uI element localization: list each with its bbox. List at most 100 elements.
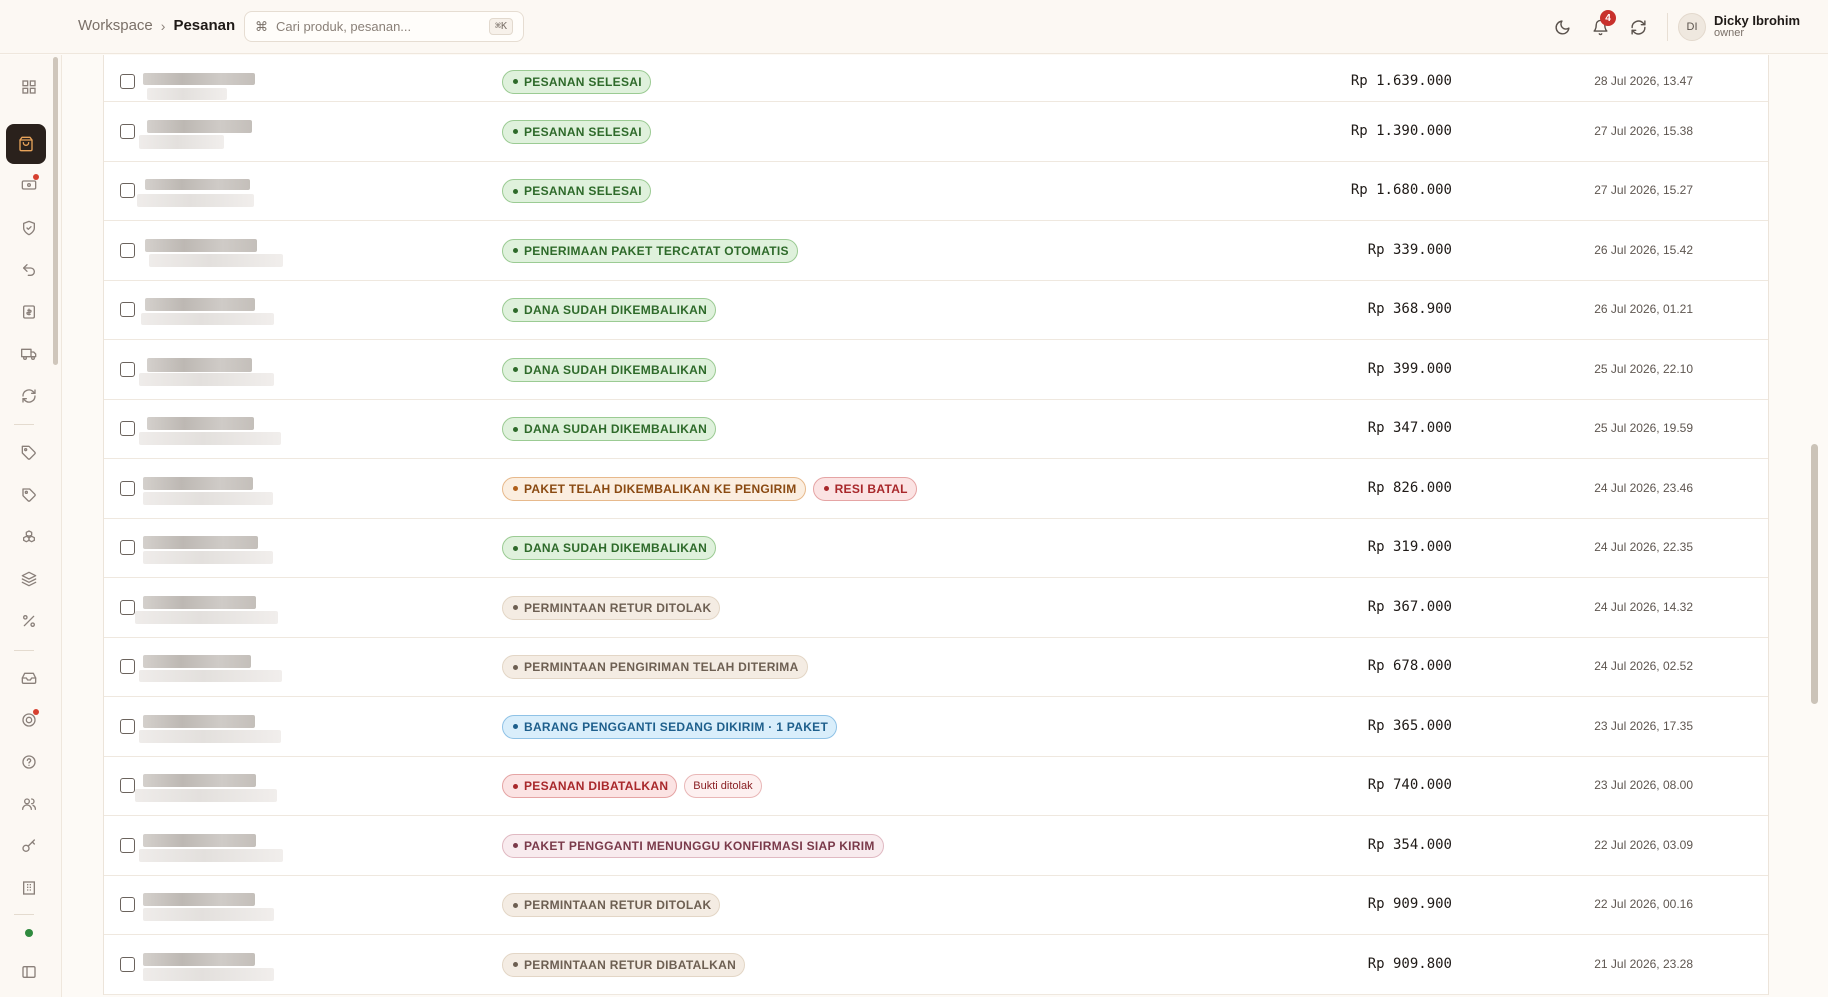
sidebar-item-orders[interactable] bbox=[6, 124, 46, 164]
sidebar-item-help[interactable] bbox=[12, 745, 46, 779]
status-dot bbox=[513, 486, 518, 491]
order-date: 25 Jul 2026, 19.59 bbox=[1594, 421, 1693, 435]
refresh-button[interactable] bbox=[1623, 12, 1653, 42]
sidebar-item-inbox[interactable] bbox=[12, 661, 46, 695]
order-status: PERMINTAAN RETUR DITOLAK bbox=[502, 595, 721, 620]
notifications-button[interactable]: 4 bbox=[1585, 10, 1617, 42]
row-checkbox[interactable] bbox=[120, 718, 135, 734]
table-row[interactable]: PESANAN DIBATALKAN Bukti ditolak Rp 740.00… bbox=[104, 757, 1768, 816]
row-checkbox[interactable] bbox=[120, 897, 135, 912]
theme-toggle-button[interactable] bbox=[1547, 12, 1577, 42]
row-checkbox[interactable] bbox=[120, 123, 135, 139]
order-date: 22 Jul 2026, 00.16 bbox=[1594, 897, 1693, 911]
row-checkbox[interactable] bbox=[120, 837, 135, 853]
table-row[interactable]: BARANG PENGGANTI SEDANG DIKIRIM · 1 PAKE… bbox=[104, 697, 1768, 757]
table-row[interactable]: DANA SUDAH DIKEMBALIKAN Rp 347.000 25 Jul … bbox=[104, 400, 1768, 459]
avatar[interactable]: DI bbox=[1678, 13, 1707, 41]
moon-icon bbox=[1555, 19, 1570, 34]
status-badge-label: BARANG PENGGANTI SEDANG DIKIRIM · 1 PAKE… bbox=[524, 719, 829, 734]
sidebar-item-products[interactable] bbox=[12, 436, 46, 470]
table-row[interactable]: PENERIMAAN PAKET TERCATAT OTOMATIS Rp 339… bbox=[104, 221, 1768, 281]
sidebar-item-invoices[interactable] bbox=[12, 295, 46, 329]
sidebar-item-returns[interactable] bbox=[12, 253, 46, 287]
search-input[interactable] bbox=[276, 19, 481, 34]
redacted-product-info bbox=[139, 432, 281, 445]
order-amount: Rp 399.000 bbox=[1367, 360, 1452, 377]
row-checkbox[interactable] bbox=[120, 956, 135, 972]
status-dot bbox=[513, 188, 518, 194]
inbox-icon bbox=[21, 672, 37, 684]
row-checkbox[interactable] bbox=[120, 659, 135, 674]
status-badge-label: DANA SUDAH DIKEMBALIKAN bbox=[524, 303, 708, 317]
row-checkbox[interactable] bbox=[120, 302, 135, 317]
table-row[interactable]: PERMINTAAN RETUR DITOLAK Rp 367.000 24 Jul… bbox=[104, 578, 1768, 638]
redacted-product-info bbox=[143, 595, 256, 609]
row-checkbox[interactable] bbox=[120, 73, 135, 89]
row-checkbox[interactable] bbox=[120, 421, 135, 436]
sidebar-item-protection[interactable] bbox=[12, 211, 46, 245]
sidebar-notification-dot bbox=[33, 709, 39, 715]
sidebar-item-support[interactable] bbox=[12, 703, 46, 737]
table-row[interactable]: PESANAN SELESAI Rp 1.639.000 28 Jul 2026, … bbox=[104, 55, 1768, 102]
order-date: 24 Jul 2026, 14.32 bbox=[1594, 599, 1693, 614]
table-row[interactable]: PAKET PENGGANTI MENUNGGU KONFIRMASI SIAP… bbox=[104, 816, 1768, 876]
sidebar-item-team[interactable] bbox=[12, 787, 46, 821]
redacted-product-info bbox=[139, 729, 281, 743]
sidebar-item-promotions[interactable] bbox=[12, 604, 46, 638]
status-badge-label: PESANAN SELESAI bbox=[524, 184, 642, 198]
breadcrumb-workspace[interactable]: Workspace bbox=[78, 17, 153, 34]
redacted-product-info bbox=[143, 476, 253, 490]
refresh-icon bbox=[1630, 19, 1646, 35]
layers-icon bbox=[21, 571, 37, 587]
row-checkbox[interactable] bbox=[120, 183, 135, 198]
status-badge: PERMINTAAN RETUR DITOLAK bbox=[502, 595, 721, 620]
sidebar-collapse-button[interactable] bbox=[12, 955, 46, 989]
status-dot bbox=[513, 79, 518, 84]
user-role: owner bbox=[1714, 27, 1744, 40]
order-date: 21 Jul 2026, 23.28 bbox=[1594, 956, 1693, 971]
redacted-product-info bbox=[139, 372, 274, 386]
table-row[interactable]: PERMINTAAN PENGIRIMAN TELAH DITERIMA Rp 6… bbox=[104, 638, 1768, 697]
order-status: PAKET PENGGANTI MENUNGGU KONFIRMASI SIAP… bbox=[502, 833, 884, 858]
status-dot bbox=[513, 664, 518, 670]
sidebar-item-dashboard[interactable] bbox=[12, 70, 46, 104]
page-scrollbar[interactable] bbox=[1811, 444, 1818, 704]
row-checkbox[interactable] bbox=[120, 361, 135, 377]
status-dot bbox=[513, 962, 518, 967]
notification-count-badge: 4 bbox=[1600, 10, 1617, 26]
user-menu[interactable]: Dicky Ibrohim owner bbox=[1714, 14, 1800, 39]
order-status: PESANAN SELESAI bbox=[502, 69, 651, 94]
row-checkbox[interactable] bbox=[120, 480, 135, 496]
table-row[interactable]: DANA SUDAH DIKEMBALIKAN Rp 319.000 24 Jul … bbox=[104, 519, 1768, 578]
row-checkbox[interactable] bbox=[120, 778, 135, 793]
sidebar-item-payments[interactable] bbox=[12, 168, 46, 202]
table-row[interactable]: PESANAN SELESAI Rp 1.390.000 27 Jul 2026, … bbox=[104, 102, 1768, 162]
sidebar-item-sync[interactable] bbox=[12, 379, 46, 413]
order-date: 24 Jul 2026, 22.35 bbox=[1594, 540, 1693, 554]
status-badge-label: PERMINTAAN PENGIRIMAN TELAH DITERIMA bbox=[524, 660, 799, 674]
receipt-icon bbox=[23, 305, 35, 319]
status-badge: DANA SUDAH DIKEMBALIKAN bbox=[502, 536, 717, 560]
sidebar-item-pricing[interactable] bbox=[12, 478, 46, 512]
table-row[interactable]: PERMINTAAN RETUR DITOLAK Rp 909.900 22 Jul… bbox=[104, 876, 1768, 935]
redacted-product-info bbox=[145, 179, 250, 190]
table-row[interactable]: DANA SUDAH DIKEMBALIKAN Rp 399.000 25 Jul … bbox=[104, 340, 1768, 400]
sidebar-divider bbox=[14, 914, 34, 915]
sidebar-scrollbar[interactable] bbox=[53, 57, 58, 365]
status-badge: PESANAN SELESAI bbox=[502, 179, 651, 203]
status-dot bbox=[823, 486, 829, 491]
table-row[interactable]: PESANAN SELESAI Rp 1.680.000 27 Jul 2026, … bbox=[104, 162, 1768, 221]
table-row[interactable]: PAKET TELAH DIKEMBALIKAN KE PENGIRIM RESI… bbox=[104, 459, 1768, 519]
table-row[interactable]: DANA SUDAH DIKEMBALIKAN Rp 368.900 26 Jul … bbox=[104, 281, 1768, 340]
sidebar-item-api-keys[interactable] bbox=[12, 829, 46, 863]
table-row[interactable]: PERMINTAAN RETUR DIBATALKAN Rp 909.800 21 … bbox=[104, 935, 1768, 995]
sidebar-item-catalog[interactable] bbox=[12, 562, 46, 596]
row-checkbox[interactable] bbox=[120, 242, 135, 258]
row-checkbox[interactable] bbox=[120, 540, 135, 555]
sidebar-item-shipping[interactable] bbox=[12, 337, 46, 371]
search-box[interactable]: ⌘ ⌘K bbox=[244, 11, 524, 42]
sidebar-item-inventory[interactable] bbox=[12, 520, 46, 554]
row-checkbox[interactable] bbox=[120, 599, 135, 615]
order-status: PERMINTAAN RETUR DIBATALKAN bbox=[502, 952, 746, 977]
sidebar-item-store[interactable] bbox=[12, 871, 46, 905]
